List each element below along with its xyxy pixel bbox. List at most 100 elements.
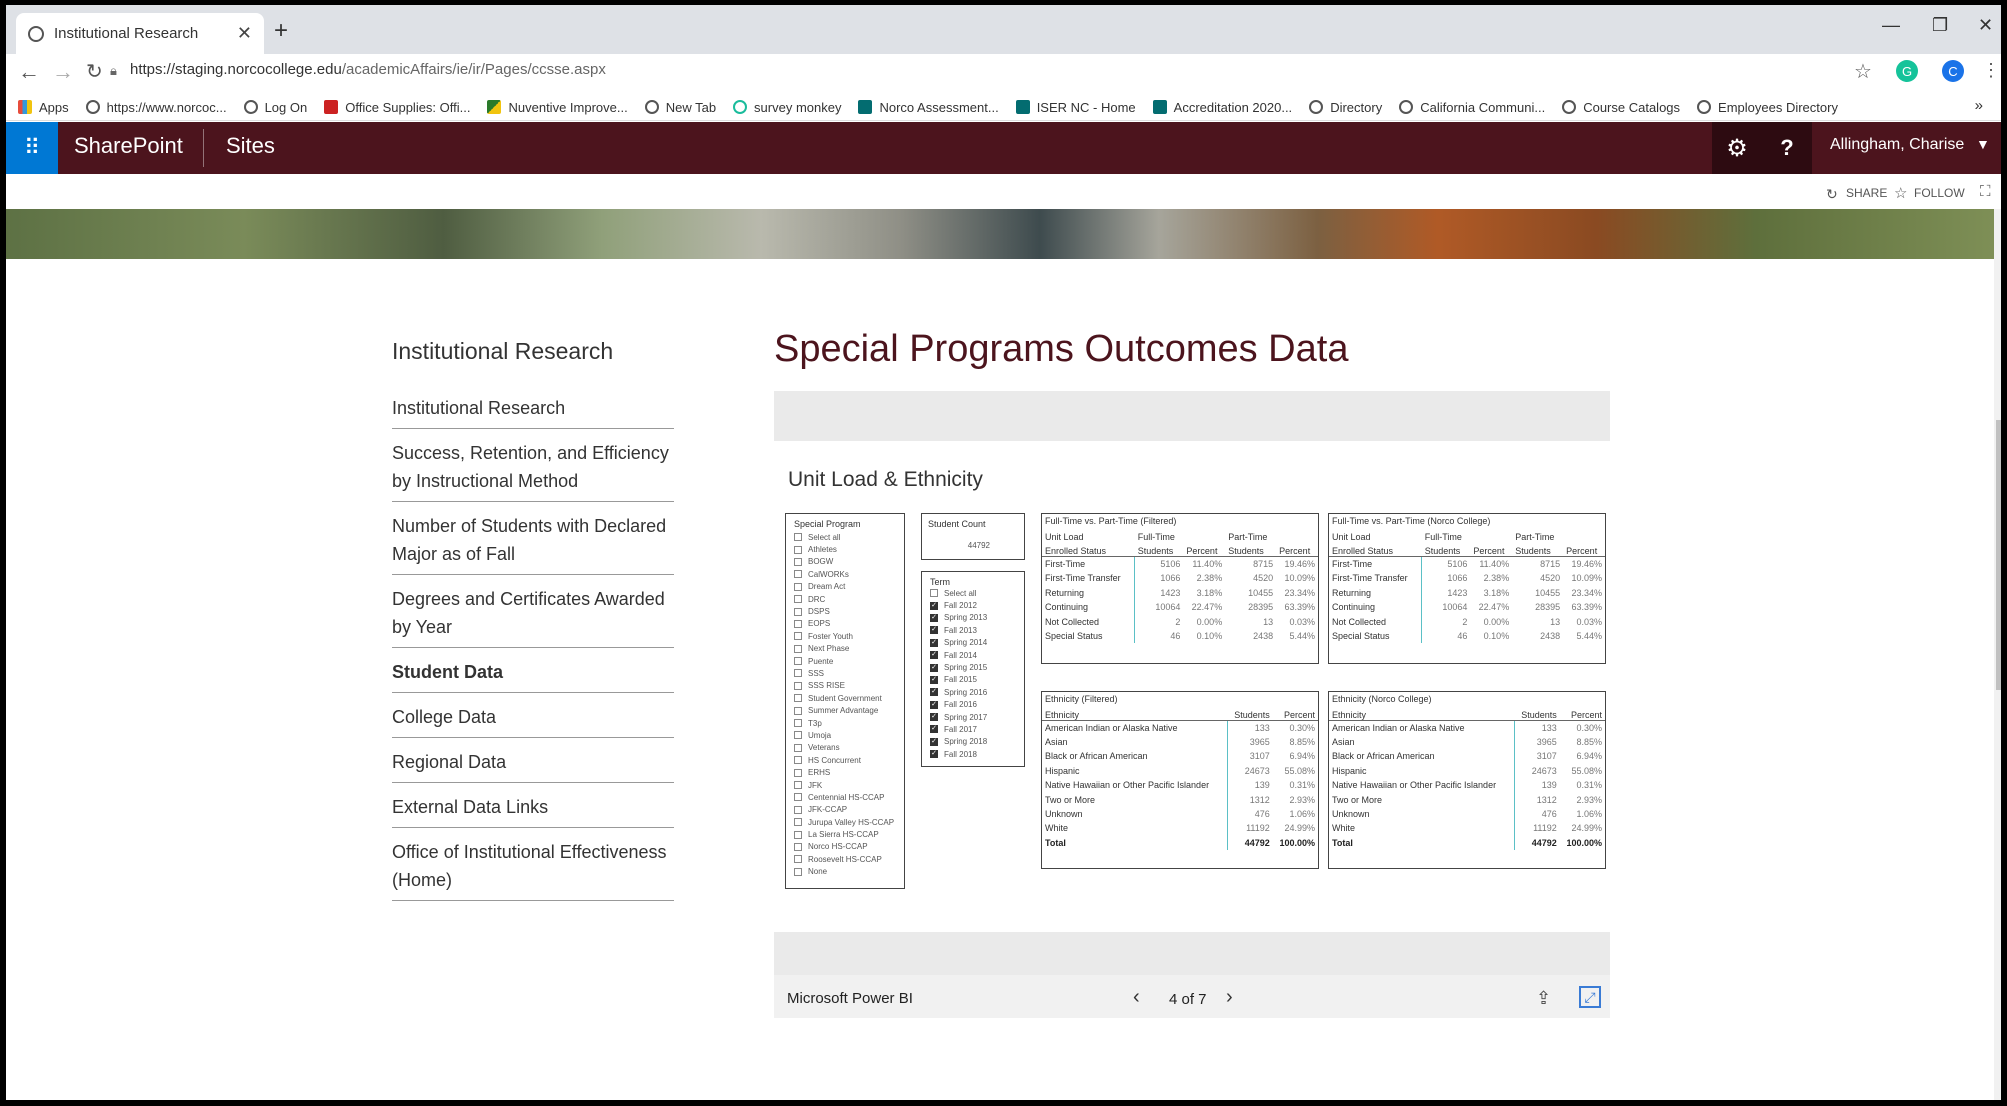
checkbox-icon[interactable] bbox=[794, 657, 802, 666]
slicer-option[interactable]: ERHS bbox=[786, 766, 904, 778]
slicer-option[interactable]: Next Phase bbox=[786, 643, 904, 655]
slicer-option[interactable]: HS Concurrent bbox=[786, 754, 904, 766]
slicer-option[interactable]: JFK-CCAP bbox=[786, 804, 904, 816]
checkbox-icon[interactable] bbox=[794, 793, 802, 802]
checkbox-checked-icon[interactable]: ✓ bbox=[930, 688, 938, 697]
nav-link-degrees-certificates[interactable]: Degrees and Certificates Awarded by Year bbox=[392, 585, 674, 648]
checkbox-icon[interactable] bbox=[794, 533, 802, 542]
bookmark-office-supplies[interactable]: Office Supplies: Offi... bbox=[324, 100, 470, 115]
slicer-option[interactable]: DSPS bbox=[786, 605, 904, 617]
slicer-option[interactable]: ✓ Fall 2014 bbox=[922, 649, 1024, 661]
slicer-option[interactable]: ✓ Spring 2013 bbox=[922, 612, 1024, 624]
nav-link-student-data[interactable]: Student Data bbox=[392, 658, 674, 693]
slicer-option[interactable]: Student Government bbox=[786, 692, 904, 704]
checkbox-checked-icon[interactable]: ✓ bbox=[930, 737, 938, 746]
slicer-option[interactable]: ✓ Fall 2016 bbox=[922, 699, 1024, 711]
nav-link-success-retention[interactable]: Success, Retention, and Efficiency by In… bbox=[392, 439, 674, 502]
checkbox-checked-icon[interactable]: ✓ bbox=[930, 663, 938, 672]
forward-icon[interactable]: → bbox=[52, 59, 74, 85]
settings-gear-icon[interactable]: ⚙ bbox=[1712, 122, 1762, 174]
checkbox-icon[interactable] bbox=[794, 731, 802, 740]
new-tab-button[interactable]: + bbox=[274, 17, 288, 45]
slicer-option[interactable]: ✓ Spring 2017 bbox=[922, 711, 1024, 723]
slicer-option[interactable]: Umoja bbox=[786, 729, 904, 741]
slicer-option[interactable]: Roosevelt HS-CCAP bbox=[786, 853, 904, 865]
slicer-option[interactable]: ✓ Spring 2016 bbox=[922, 686, 1024, 698]
bookmark-course-catalogs[interactable]: Course Catalogs bbox=[1562, 100, 1680, 115]
slicer-option[interactable]: Jurupa Valley HS-CCAP bbox=[786, 816, 904, 828]
checkbox-icon[interactable] bbox=[794, 818, 802, 827]
checkbox-checked-icon[interactable]: ✓ bbox=[930, 613, 938, 622]
powerbi-brand[interactable]: Microsoft Power BI bbox=[787, 990, 913, 1007]
profile-avatar[interactable]: C bbox=[1942, 60, 1964, 82]
bookmark-nuventive[interactable]: Nuventive Improve... bbox=[487, 100, 628, 115]
checkbox-checked-icon[interactable]: ✓ bbox=[930, 750, 938, 759]
checkbox-icon[interactable] bbox=[794, 681, 802, 690]
browser-tab[interactable]: Institutional Research ✕ bbox=[16, 13, 264, 54]
sites-link[interactable]: Sites bbox=[226, 133, 275, 159]
checkbox-checked-icon[interactable]: ✓ bbox=[930, 638, 938, 647]
minimize-icon[interactable]: — bbox=[1882, 15, 1900, 36]
slicer-option[interactable]: Foster Youth bbox=[786, 630, 904, 642]
restore-icon[interactable]: ❐ bbox=[1932, 15, 1948, 36]
bookmark-survey-monkey[interactable]: survey monkey bbox=[733, 100, 841, 115]
checkbox-icon[interactable] bbox=[794, 842, 802, 851]
focus-mode-icon[interactable]: ⛶ bbox=[1980, 183, 1991, 200]
slicer-option[interactable]: Athletes bbox=[786, 543, 904, 555]
bookmark-accreditation[interactable]: Accreditation 2020... bbox=[1152, 100, 1292, 115]
checkbox-icon[interactable] bbox=[794, 805, 802, 814]
menu-dots-icon[interactable]: ⋮ bbox=[1982, 60, 2000, 81]
bookmark-california[interactable]: California Communi... bbox=[1399, 100, 1545, 115]
bookmark-iser[interactable]: ISER NC - Home bbox=[1015, 100, 1136, 115]
nav-link-external-data[interactable]: External Data Links bbox=[392, 793, 674, 828]
bookmark-new-tab[interactable]: New Tab bbox=[644, 100, 716, 115]
slicer-option[interactable]: CalWORKs bbox=[786, 568, 904, 580]
slicer-option[interactable]: SSS bbox=[786, 667, 904, 679]
user-name[interactable]: Allingham, Charise bbox=[1830, 136, 1964, 154]
bookmark-star-icon[interactable]: ☆ bbox=[1854, 59, 1872, 84]
slicer-option[interactable]: DRC bbox=[786, 593, 904, 605]
slicer-option[interactable]: BOGW bbox=[786, 556, 904, 568]
chevron-down-icon[interactable]: ▼ bbox=[1976, 136, 1990, 152]
nav-link-regional-data[interactable]: Regional Data bbox=[392, 748, 674, 783]
checkbox-icon[interactable] bbox=[794, 632, 802, 641]
follow-button[interactable]: FOLLOW bbox=[1914, 186, 1965, 200]
slicer-option[interactable]: Puente bbox=[786, 655, 904, 667]
checkbox-checked-icon[interactable]: ✓ bbox=[930, 700, 938, 709]
slicer-option[interactable]: Norco HS-CCAP bbox=[786, 841, 904, 853]
slicer-option[interactable]: EOPS bbox=[786, 618, 904, 630]
share-button[interactable]: SHARE bbox=[1846, 186, 1887, 200]
checkbox-icon[interactable] bbox=[794, 719, 802, 728]
slicer-option[interactable]: ✓ Spring 2014 bbox=[922, 637, 1024, 649]
slicer-option[interactable]: SSS RISE bbox=[786, 680, 904, 692]
slicer-option[interactable]: Veterans bbox=[786, 742, 904, 754]
nav-link-college-data[interactable]: College Data bbox=[392, 703, 674, 738]
checkbox-icon[interactable] bbox=[794, 582, 802, 591]
slicer-option[interactable]: None bbox=[786, 866, 904, 878]
slicer-option[interactable]: JFK bbox=[786, 779, 904, 791]
fullscreen-icon[interactable]: ⤢ bbox=[1579, 986, 1601, 1008]
bookmark-norco-assessment[interactable]: Norco Assessment... bbox=[858, 100, 999, 115]
checkbox-icon[interactable] bbox=[794, 644, 802, 653]
checkbox-icon[interactable] bbox=[794, 768, 802, 777]
checkbox-icon[interactable] bbox=[794, 781, 802, 789]
sharepoint-brand[interactable]: SharePoint bbox=[74, 133, 183, 159]
checkbox-icon[interactable] bbox=[794, 694, 802, 703]
back-icon[interactable]: ← bbox=[18, 59, 40, 85]
slicer-option[interactable]: Dream Act bbox=[786, 581, 904, 593]
checkbox-icon[interactable] bbox=[794, 619, 802, 628]
slicer-option[interactable]: ✓ Fall 2012 bbox=[922, 599, 1024, 611]
grammarly-icon[interactable]: G bbox=[1896, 60, 1918, 82]
checkbox-icon[interactable] bbox=[794, 855, 802, 864]
url-field[interactable]: https://staging.norcocollege.edu/academi… bbox=[130, 61, 606, 78]
slicer-option[interactable]: ✓ Fall 2018 bbox=[922, 748, 1024, 760]
checkbox-icon[interactable] bbox=[794, 830, 802, 839]
slicer-option[interactable]: Centennial HS-CCAP bbox=[786, 791, 904, 803]
checkbox-checked-icon[interactable]: ✓ bbox=[930, 626, 938, 635]
bookmark-directory[interactable]: Directory bbox=[1309, 100, 1382, 115]
share-report-icon[interactable]: ⇪ bbox=[1536, 988, 1551, 1009]
slicer-option[interactable]: ✓ Spring 2018 bbox=[922, 736, 1024, 748]
slicer-option[interactable]: Select all bbox=[786, 531, 904, 543]
slicer-option[interactable]: Summer Advantage bbox=[786, 704, 904, 716]
bookmark-logon[interactable]: Log On bbox=[243, 100, 307, 115]
